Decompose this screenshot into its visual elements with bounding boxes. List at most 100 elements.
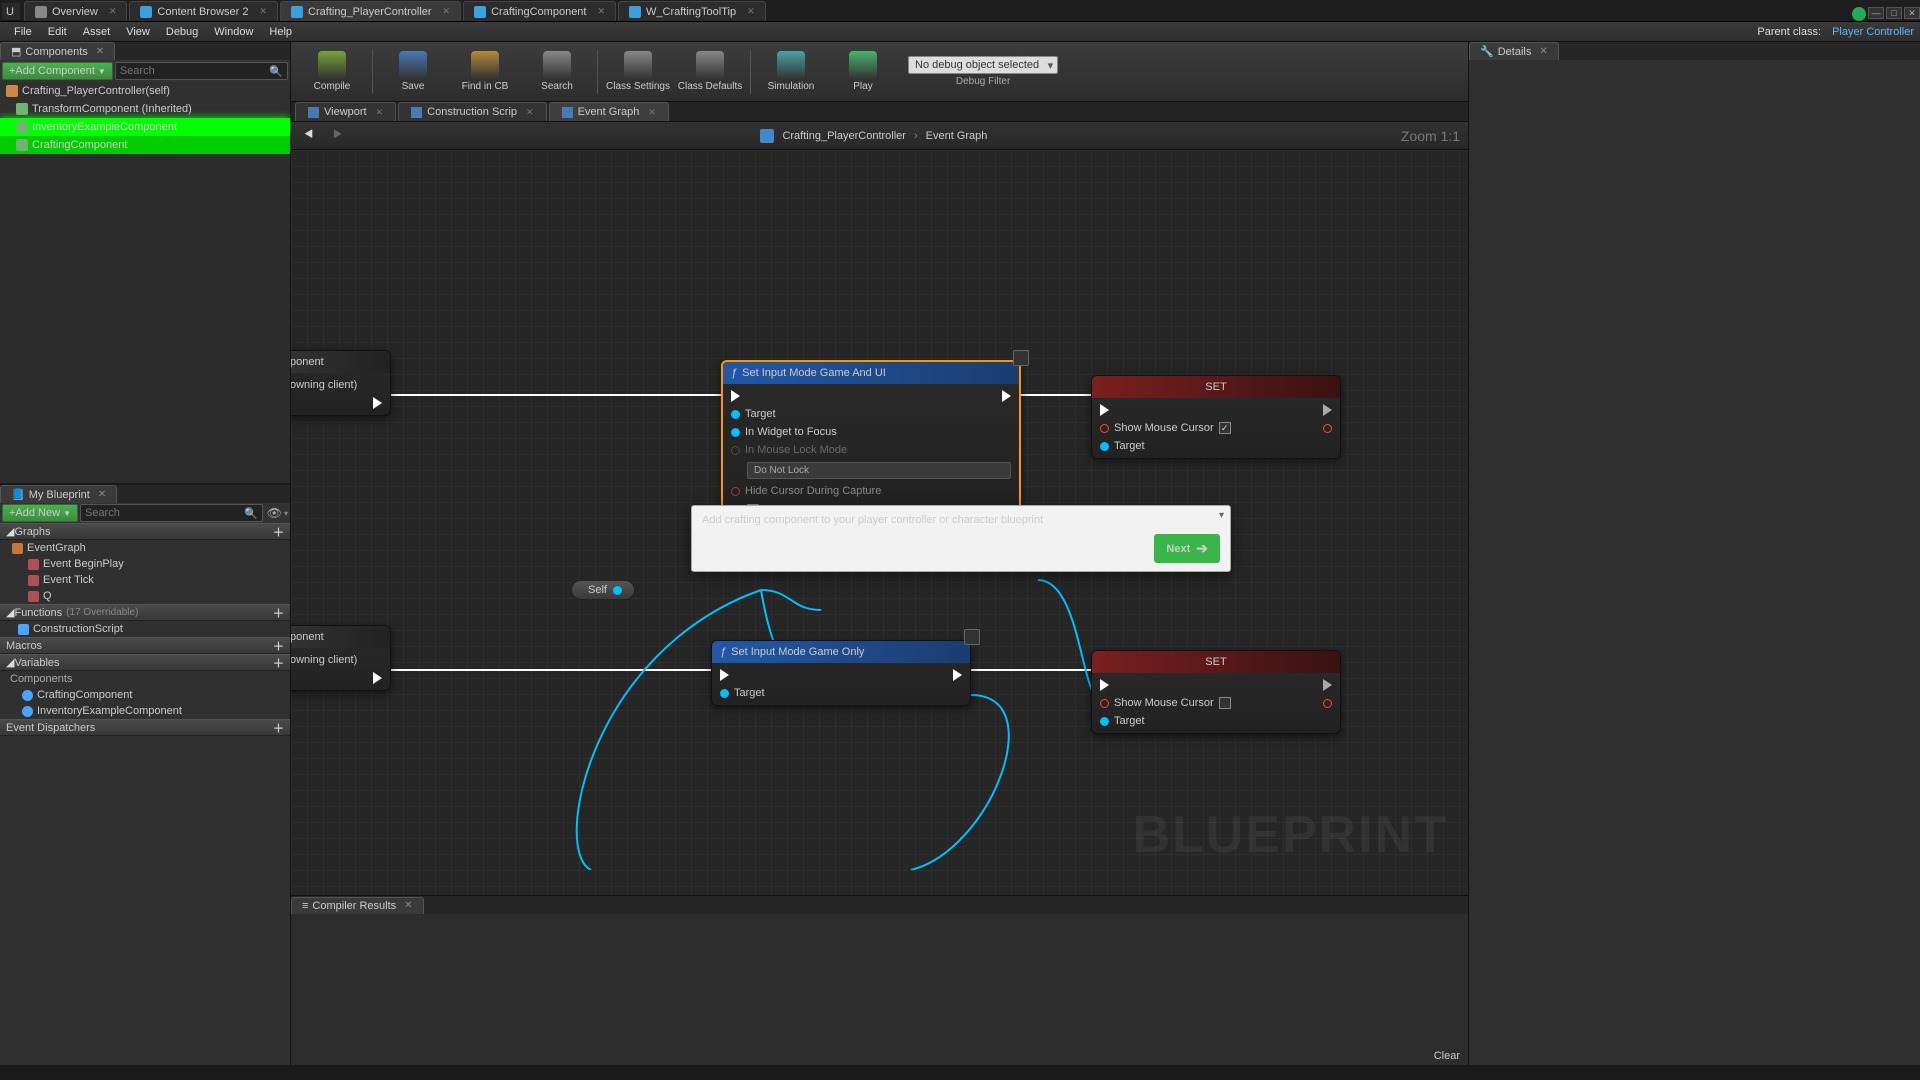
add-graph-button[interactable]: ＋ <box>273 524 284 540</box>
variable-item[interactable]: CraftingComponent <box>0 687 290 703</box>
component-item[interactable]: TransformComponent (Inherited) <box>0 100 290 118</box>
search-icon: 🔍 <box>269 65 283 78</box>
tutorial-next-button[interactable]: Next➔ <box>1154 534 1220 563</box>
breadcrumb-current[interactable]: Event Graph <box>926 130 988 142</box>
macros-section[interactable]: Macros＋ <box>0 637 290 654</box>
add-macro-button[interactable]: ＋ <box>273 638 284 654</box>
breadcrumb: Crafting_PlayerController › Event Graph <box>355 129 1393 143</box>
editor-tab[interactable]: Crafting_PlayerController✕ <box>280 1 461 21</box>
close-icon[interactable]: ✕ <box>1539 46 1547 57</box>
debug-object-dropdown[interactable]: No debug object selected <box>908 56 1058 74</box>
debug-filter-label: Debug Filter <box>908 76 1058 87</box>
node-set-input-mode-game-only[interactable]: ƒSet Input Mode Game Only Target <box>711 640 971 706</box>
maximize-button[interactable]: □ <box>1886 7 1902 19</box>
menu-debug[interactable]: Debug <box>158 26 206 38</box>
toolbar-class-defaults-button[interactable]: Class Defaults <box>675 45 745 99</box>
close-icon[interactable]: ✕ <box>98 489 106 500</box>
event-node-partial-2[interactable]: ponent owning client) <box>291 625 391 691</box>
menu-file[interactable]: File <box>6 26 40 38</box>
components-tree: Crafting_PlayerController(self) Transfor… <box>0 82 290 154</box>
blueprint-search-input[interactable]: 🔍 <box>80 504 263 522</box>
toolbar-find-in-cb-button[interactable]: Find in CB <box>450 45 520 99</box>
event-graph-canvas[interactable]: ponent owning client) ƒSet Input Mode Ga… <box>291 150 1468 895</box>
subtab-viewport[interactable]: Viewport✕ <box>295 102 396 121</box>
parent-class-label: Parent class: Player Controller <box>1749 26 1914 38</box>
add-new-button[interactable]: +Add New▼ <box>2 504 78 522</box>
node-set-show-mouse-cursor-2[interactable]: SET Show Mouse Cursor Target <box>1091 650 1341 734</box>
editor-tab[interactable]: Overview✕ <box>24 1 127 21</box>
node-set-show-mouse-cursor-1[interactable]: SET Show Mouse Cursor✓ Target <box>1091 375 1341 459</box>
show-cursor-checkbox-1[interactable]: ✓ <box>1219 422 1231 434</box>
editor-tab[interactable]: CraftingComponent✕ <box>463 1 616 21</box>
editor-tab[interactable]: Content Browser 2✕ <box>129 1 278 21</box>
menu-window[interactable]: Window <box>206 26 261 38</box>
compiler-results-panel: ≡Compiler Results✕ Clear <box>291 895 1468 1065</box>
components-search-input[interactable]: 🔍 <box>115 62 288 80</box>
nav-forward-button[interactable]: ⯈ <box>327 126 347 146</box>
graph-tabs: Viewport✕Construction Scrip✕Event Graph✕ <box>291 102 1468 122</box>
graph-item[interactable]: EventGraph <box>0 540 290 556</box>
details-panel-tab[interactable]: 🔧Details✕ <box>1469 42 1559 60</box>
close-icon[interactable]: ✕ <box>404 900 412 911</box>
menu-view[interactable]: View <box>118 26 158 38</box>
show-cursor-checkbox-2[interactable] <box>1219 697 1231 709</box>
mouse-lock-dropdown[interactable]: Do Not Lock <box>747 462 1011 479</box>
node-set-input-mode-game-and-ui[interactable]: ƒSet Input Mode Game And UI Target In Wi… <box>721 360 1021 524</box>
variables-subheader: Components <box>0 671 290 687</box>
graph-item[interactable]: Q <box>0 588 290 604</box>
component-item[interactable]: CraftingComponent <box>0 136 290 154</box>
zoom-label: Zoom 1:1 <box>1401 128 1460 144</box>
components-panel-tab[interactable]: ⬒Components✕ <box>0 42 115 60</box>
clear-button[interactable]: Clear <box>1434 1050 1460 1062</box>
event-node-partial-1[interactable]: ponent owning client) <box>291 350 391 416</box>
tutorial-text: Add crafting component to your player co… <box>702 514 1220 526</box>
graph-item[interactable]: Event Tick <box>0 572 290 588</box>
component-item[interactable]: InventoryExampleComponent <box>0 118 290 136</box>
visibility-icon[interactable]: 👁 <box>267 506 282 520</box>
interp-icon <box>964 629 980 645</box>
graph-item[interactable]: Event BeginPlay <box>0 556 290 572</box>
my-blueprint-panel-tab[interactable]: 📘My Blueprint✕ <box>0 485 117 503</box>
component-root[interactable]: Crafting_PlayerController(self) <box>0 82 290 100</box>
toolbar-class-settings-button[interactable]: Class Settings <box>603 45 673 99</box>
blueprint-icon <box>760 129 774 143</box>
toolbar-play-button[interactable]: Play <box>828 45 898 99</box>
popup-menu-icon[interactable]: ▾ <box>1219 510 1224 521</box>
toolbar-save-button[interactable]: Save <box>378 45 448 99</box>
parent-class-link[interactable]: Player Controller <box>1832 26 1914 38</box>
toolbar: CompileSaveFind in CBSearchClass Setting… <box>291 42 1468 102</box>
menu-edit[interactable]: Edit <box>40 26 75 38</box>
functions-section[interactable]: ◢ Functions(17 Overridable)＋ <box>0 604 290 621</box>
blueprint-watermark: BLUEPRINT <box>1132 805 1448 865</box>
minimize-button[interactable]: — <box>1868 7 1884 19</box>
menu-asset[interactable]: Asset <box>75 26 119 38</box>
close-button[interactable]: ✕ <box>1904 7 1920 19</box>
graphs-section[interactable]: ◢ Graphs＋ <box>0 523 290 540</box>
window-controls: — □ ✕ <box>1852 7 1920 21</box>
add-function-button[interactable]: ＋ <box>273 605 284 621</box>
add-dispatcher-button[interactable]: ＋ <box>273 720 284 736</box>
subtab-event-graph[interactable]: Event Graph✕ <box>549 102 669 121</box>
add-variable-button[interactable]: ＋ <box>273 655 284 671</box>
status-icon <box>1852 7 1866 21</box>
dispatchers-section[interactable]: Event Dispatchers＋ <box>0 719 290 736</box>
ue-logo-icon: U <box>2 3 20 21</box>
function-item[interactable]: ConstructionScript <box>0 621 290 637</box>
add-component-button[interactable]: +Add Component▼ <box>2 62 113 80</box>
toolbar-compile-button[interactable]: Compile <box>297 45 367 99</box>
toolbar-simulation-button[interactable]: Simulation <box>756 45 826 99</box>
editor-tab[interactable]: W_CraftingToolTip✕ <box>618 1 766 21</box>
menu-bar: FileEditAssetViewDebugWindowHelp Parent … <box>0 22 1920 42</box>
close-icon[interactable]: ✕ <box>96 46 104 57</box>
self-reference-node[interactable]: Self <box>571 580 635 600</box>
compiler-results-tab[interactable]: ≡Compiler Results✕ <box>291 897 424 914</box>
menu-help[interactable]: Help <box>261 26 300 38</box>
interp-icon <box>1013 350 1029 366</box>
arrow-right-icon: ➔ <box>1196 540 1208 557</box>
breadcrumb-root[interactable]: Crafting_PlayerController <box>782 130 906 142</box>
subtab-construction-scrip[interactable]: Construction Scrip✕ <box>398 102 546 121</box>
variable-item[interactable]: InventoryExampleComponent <box>0 703 290 719</box>
nav-back-button[interactable]: ⯇ <box>299 126 319 146</box>
toolbar-search-button[interactable]: Search <box>522 45 592 99</box>
variables-section[interactable]: ◢ Variables＋ <box>0 654 290 671</box>
